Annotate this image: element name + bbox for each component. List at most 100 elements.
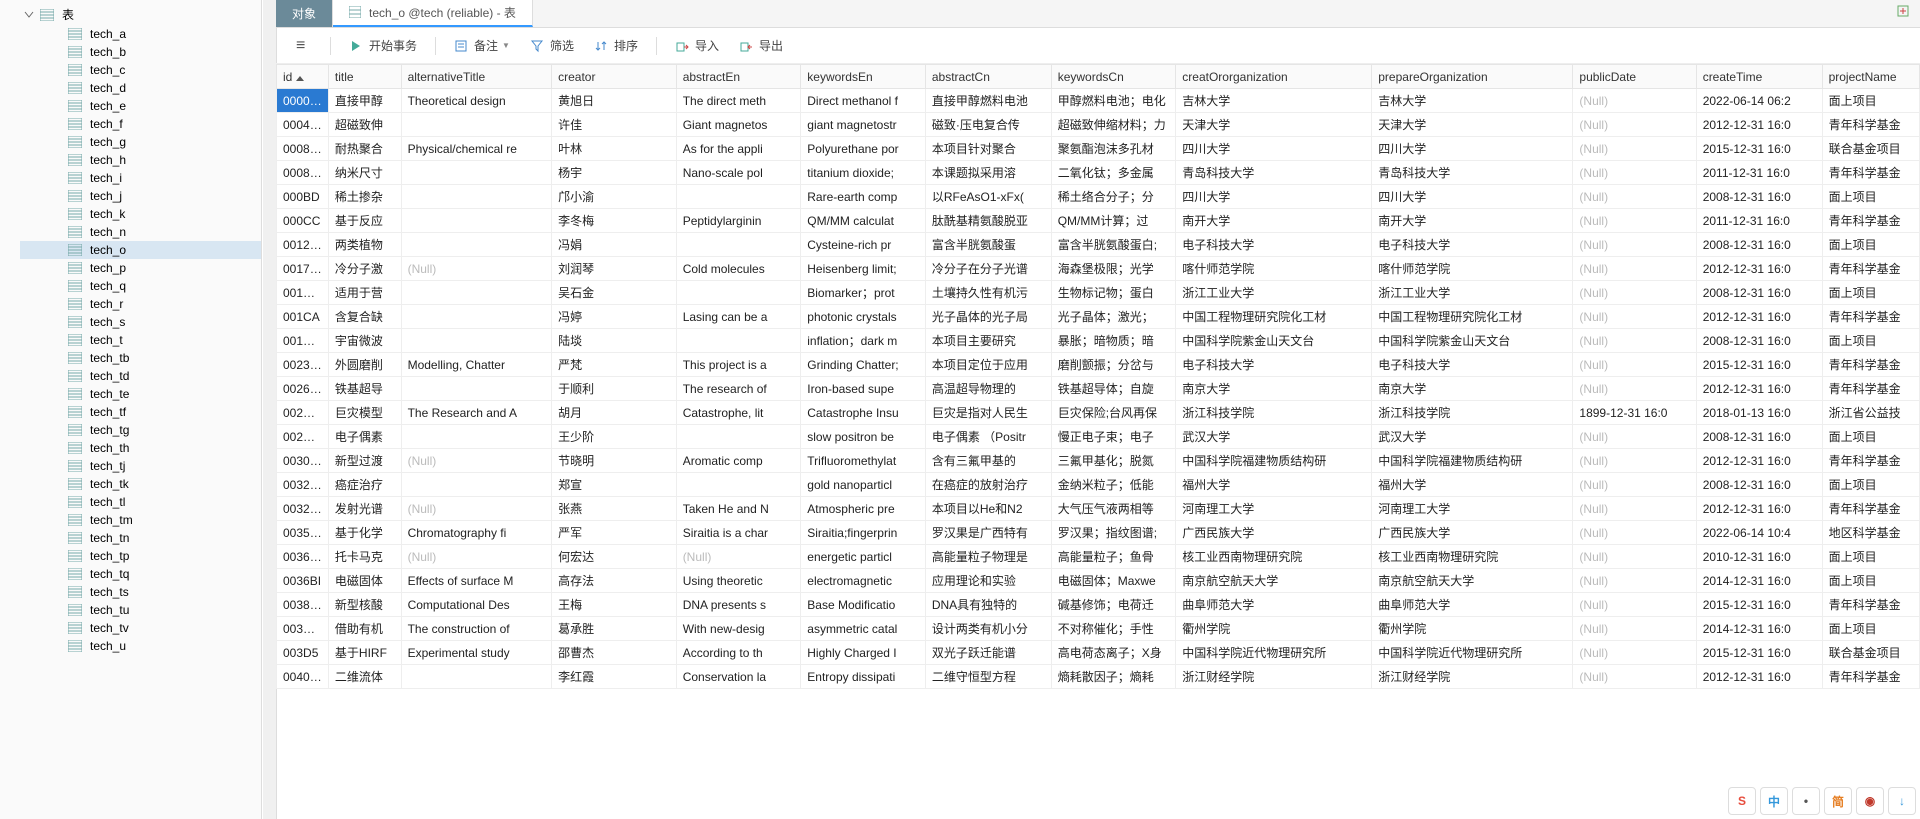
cell-keywordsCn[interactable]: QM/MM计算；过 bbox=[1051, 209, 1176, 233]
cell-createTime[interactable]: 2011-12-31 16:0 bbox=[1696, 209, 1822, 233]
cell-keywordsEn[interactable]: Catastrophe Insu bbox=[801, 401, 926, 425]
cell-abstractEn[interactable]: According to th bbox=[676, 641, 801, 665]
cell-keywordsCn[interactable]: 聚氨酯泡沫多孔材 bbox=[1051, 137, 1176, 161]
cell-id[interactable]: 001229 bbox=[277, 233, 329, 257]
cell-projectName[interactable]: 青年科学基金 bbox=[1822, 377, 1919, 401]
table-row[interactable]: 0023E4外圆磨削Modelling, Chatter严梵This proje… bbox=[277, 353, 1920, 377]
cell-creatOrorganization[interactable]: 中国工程物理研究院化工材 bbox=[1176, 305, 1372, 329]
cell-prepareOrganization[interactable]: 河南理工大学 bbox=[1372, 497, 1573, 521]
cell-abstractEn[interactable]: The research of bbox=[676, 377, 801, 401]
cell-creatOrorganization[interactable]: 天津大学 bbox=[1176, 113, 1372, 137]
cell-creator[interactable]: 严梵 bbox=[552, 353, 677, 377]
cell-id[interactable]: 0023E4 bbox=[277, 353, 329, 377]
cell-keywordsCn[interactable]: 巨灾保险;台风再保 bbox=[1051, 401, 1176, 425]
cell-abstractCn[interactable]: 二维守恒型方程 bbox=[925, 665, 1051, 689]
table-row[interactable]: 00409C二维流体李红霞Conservation laEntropy diss… bbox=[277, 665, 1920, 689]
cell-alternativeTitle[interactable] bbox=[401, 305, 552, 329]
cell-creator[interactable]: 于顺利 bbox=[552, 377, 677, 401]
cell-prepareOrganization[interactable]: 喀什师范学院 bbox=[1372, 257, 1573, 281]
cell-prepareOrganization[interactable]: 南京航空航天大学 bbox=[1372, 569, 1573, 593]
cell-projectName[interactable]: 青年科学基金 bbox=[1822, 353, 1919, 377]
cell-creator[interactable]: 杨宇 bbox=[552, 161, 677, 185]
tree-item-tech_tg[interactable]: tech_tg bbox=[20, 421, 261, 439]
cell-title[interactable]: 稀土掺杂 bbox=[328, 185, 401, 209]
cell-prepareOrganization[interactable]: 四川大学 bbox=[1372, 137, 1573, 161]
cell-abstractEn[interactable]: (Null) bbox=[676, 545, 801, 569]
col-header-alternativeTitle[interactable]: alternativeTitle bbox=[401, 65, 552, 89]
cell-id[interactable]: 001F15 bbox=[277, 329, 329, 353]
cell-keywordsEn[interactable]: Biomarker；prot bbox=[801, 281, 926, 305]
cell-abstractEn[interactable]: Giant magnetos bbox=[676, 113, 801, 137]
table-row[interactable]: 00085C耐热聚合Physical/chemical re叶林As for t… bbox=[277, 137, 1920, 161]
table-row[interactable]: 00176C冷分子激(Null)刘润琴Cold moleculesHeisenb… bbox=[277, 257, 1920, 281]
cell-abstractCn[interactable]: 本项目针对聚合 bbox=[925, 137, 1051, 161]
cell-id[interactable]: 00085C bbox=[277, 137, 329, 161]
cell-publicDate[interactable]: (Null) bbox=[1573, 113, 1696, 137]
table-row[interactable]: 002BEI巨灾模型The Research and A胡月Catastroph… bbox=[277, 401, 1920, 425]
cell-keywordsCn[interactable]: 碱基修饰；电荷迁 bbox=[1051, 593, 1176, 617]
cell-alternativeTitle[interactable]: The Research and A bbox=[401, 401, 552, 425]
cell-keywordsEn[interactable]: photonic crystals bbox=[801, 305, 926, 329]
cell-title[interactable]: 直接甲醇 bbox=[328, 89, 401, 113]
table-row[interactable]: 003A57借助有机The construction of葛承胜With new… bbox=[277, 617, 1920, 641]
cell-title[interactable]: 基于反应 bbox=[328, 209, 401, 233]
col-header-keywordsCn[interactable]: keywordsCn bbox=[1051, 65, 1176, 89]
cell-creator[interactable]: 李红霞 bbox=[552, 665, 677, 689]
cell-createTime[interactable]: 2008-12-31 16:0 bbox=[1696, 473, 1822, 497]
cell-creatOrorganization[interactable]: 核工业西南物理研究院 bbox=[1176, 545, 1372, 569]
cell-alternativeTitle[interactable]: Theoretical design bbox=[401, 89, 552, 113]
import-button[interactable]: 导入 bbox=[667, 34, 727, 57]
cell-keywordsCn[interactable]: 大气压气液两相等 bbox=[1051, 497, 1176, 521]
cell-abstractCn[interactable]: 巨灾是指对人民生 bbox=[925, 401, 1051, 425]
cell-createTime[interactable]: 2012-12-31 16:0 bbox=[1696, 449, 1822, 473]
table-row[interactable]: 001229两类植物冯娟Cysteine-rich pr富含半胱氨酸蛋富含半胱氨… bbox=[277, 233, 1920, 257]
cell-abstractEn[interactable] bbox=[676, 281, 801, 305]
tree-item-tech_f[interactable]: tech_f bbox=[20, 115, 261, 133]
cell-publicDate[interactable]: (Null) bbox=[1573, 281, 1696, 305]
taskbar-item[interactable]: 简 bbox=[1824, 787, 1852, 815]
cell-id[interactable]: 0036BI bbox=[277, 569, 329, 593]
cell-prepareOrganization[interactable]: 浙江工业大学 bbox=[1372, 281, 1573, 305]
cell-title[interactable]: 新型核酸 bbox=[328, 593, 401, 617]
table-row[interactable]: 002DEI电子偶素王少阶slow positron be电子偶素 （Posit… bbox=[277, 425, 1920, 449]
taskbar-item[interactable]: S bbox=[1728, 787, 1756, 815]
cell-abstractCn[interactable]: 光子晶体的光子局 bbox=[925, 305, 1051, 329]
cell-creatOrorganization[interactable]: 浙江工业大学 bbox=[1176, 281, 1372, 305]
cell-id[interactable]: 001BB! bbox=[277, 281, 329, 305]
cell-abstractCn[interactable]: 电子偶素 （Positr bbox=[925, 425, 1051, 449]
cell-prepareOrganization[interactable]: 吉林大学 bbox=[1372, 89, 1573, 113]
cell-keywordsCn[interactable]: 高能量粒子；鱼骨 bbox=[1051, 545, 1176, 569]
cell-publicDate[interactable]: (Null) bbox=[1573, 89, 1696, 113]
tree-item-tech_n[interactable]: tech_n bbox=[20, 223, 261, 241]
cell-creator[interactable]: 严军 bbox=[552, 521, 677, 545]
cell-createTime[interactable]: 2012-12-31 16:0 bbox=[1696, 305, 1822, 329]
tree-item-tech_te[interactable]: tech_te bbox=[20, 385, 261, 403]
cell-prepareOrganization[interactable]: 中国科学院近代物理研究所 bbox=[1372, 641, 1573, 665]
cell-alternativeTitle[interactable]: Experimental study bbox=[401, 641, 552, 665]
table-row[interactable]: 00303C新型过渡(Null)节晓明Aromatic compTrifluor… bbox=[277, 449, 1920, 473]
cell-alternativeTitle[interactable] bbox=[401, 113, 552, 137]
cell-abstractCn[interactable]: 以RFeAsO1-xFx( bbox=[925, 185, 1051, 209]
cell-creator[interactable]: 吴石金 bbox=[552, 281, 677, 305]
cell-publicDate[interactable]: (Null) bbox=[1573, 665, 1696, 689]
cell-abstractEn[interactable]: Lasing can be a bbox=[676, 305, 801, 329]
cell-title[interactable]: 冷分子激 bbox=[328, 257, 401, 281]
cell-prepareOrganization[interactable]: 中国科学院福建物质结构研 bbox=[1372, 449, 1573, 473]
cell-keywordsEn[interactable]: Grinding Chatter; bbox=[801, 353, 926, 377]
cell-creatOrorganization[interactable]: 武汉大学 bbox=[1176, 425, 1372, 449]
cell-keywordsEn[interactable]: titanium dioxide; bbox=[801, 161, 926, 185]
filter-button[interactable]: 筛选 bbox=[522, 34, 582, 57]
cell-id[interactable]: 000CC bbox=[277, 209, 329, 233]
cell-alternativeTitle[interactable]: (Null) bbox=[401, 257, 552, 281]
cell-createTime[interactable]: 2008-12-31 16:0 bbox=[1696, 329, 1822, 353]
tab-data[interactable]: tech_o @tech (reliable) - 表 bbox=[333, 0, 533, 27]
cell-abstractCn[interactable]: 本项目以He和N2 bbox=[925, 497, 1051, 521]
cell-projectName[interactable]: 面上项目 bbox=[1822, 425, 1919, 449]
cell-creatOrorganization[interactable]: 浙江科技学院 bbox=[1176, 401, 1372, 425]
cell-title[interactable]: 借助有机 bbox=[328, 617, 401, 641]
tree-item-tech_tk[interactable]: tech_tk bbox=[20, 475, 261, 493]
tree-item-tech_ts[interactable]: tech_ts bbox=[20, 583, 261, 601]
cell-prepareOrganization[interactable]: 浙江科技学院 bbox=[1372, 401, 1573, 425]
tab-add-button[interactable] bbox=[1888, 0, 1920, 27]
cell-projectName[interactable]: 青年科学基金 bbox=[1822, 257, 1919, 281]
